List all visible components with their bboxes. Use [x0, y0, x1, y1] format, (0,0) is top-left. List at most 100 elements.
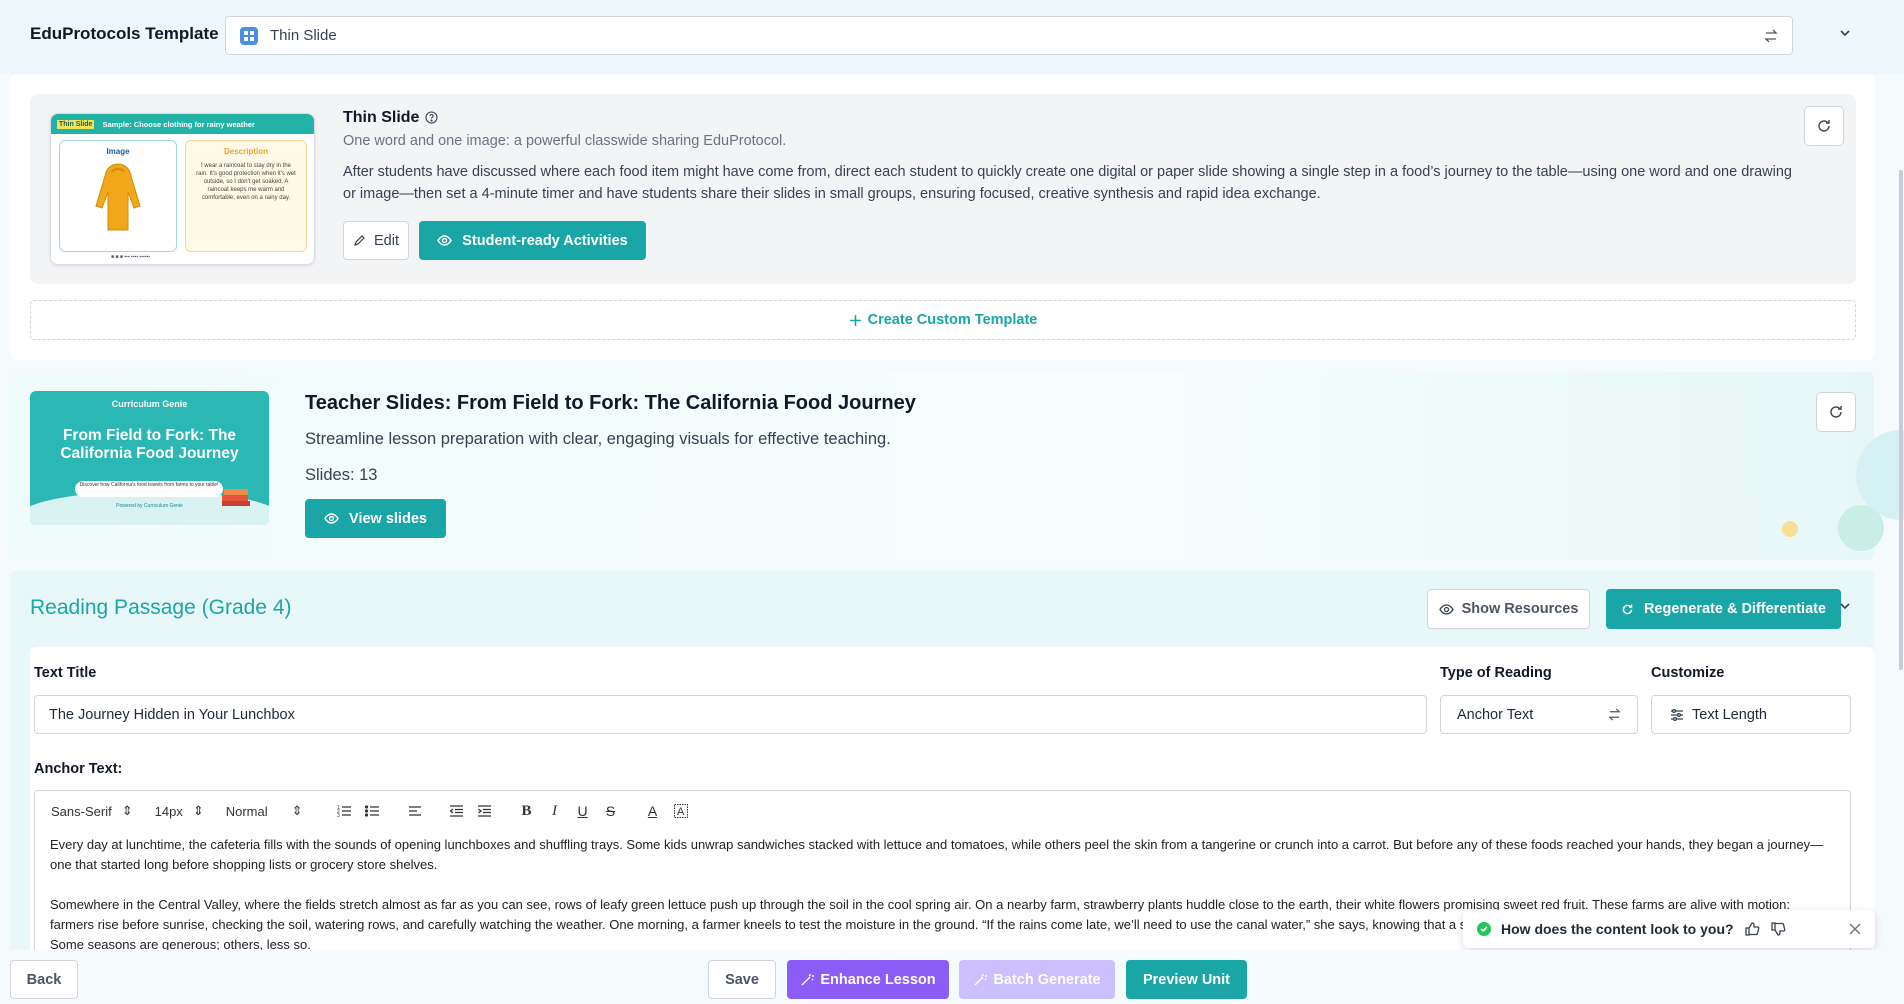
close-icon[interactable]	[1849, 923, 1861, 935]
thumbnail-header: Sample: Choose clothing for rainy weathe…	[102, 119, 255, 129]
refresh-icon	[1818, 120, 1830, 132]
refresh-icon	[1621, 603, 1634, 616]
font-family-select[interactable]: Sans-Serif ⇕	[51, 803, 133, 819]
svg-text:A: A	[677, 806, 685, 818]
thumbnail-description-text: I wear a raincoat to stay dry in the rai…	[196, 163, 296, 201]
bottom-action-bar	[0, 950, 1904, 1004]
create-custom-template-button[interactable]: Create Custom Template	[30, 300, 1856, 340]
regenerate-differentiate-label: Regenerate & Differentiate	[1643, 601, 1827, 617]
feedback-question: How does the content look to you?	[1501, 921, 1734, 937]
decorative-dot	[1782, 521, 1798, 537]
student-ready-activities-label: Student-ready Activities	[462, 232, 628, 249]
scrollbar[interactable]	[1899, 170, 1903, 670]
teacher-slides-subtitle: Streamline lesson preparation with clear…	[305, 430, 891, 448]
thumbnail-description-label: Description	[223, 147, 268, 156]
anchor-text-label: Anchor Text:	[34, 761, 123, 777]
enhance-lesson-button[interactable]: Enhance Lesson	[787, 960, 949, 999]
edit-button[interactable]: Edit	[343, 221, 409, 260]
template-select[interactable]: Thin Slide	[225, 16, 1793, 55]
text-length-button[interactable]: Text Length	[1651, 695, 1851, 734]
eye-icon	[1438, 602, 1454, 617]
teacher-slides-title: Teacher Slides: From Field to Fork: The …	[305, 392, 916, 414]
magic-wand-icon	[800, 973, 815, 987]
batch-generate-label: Batch Generate	[993, 971, 1101, 988]
batch-generate-button[interactable]: Batch Generate	[959, 960, 1115, 999]
outdent-icon[interactable]	[445, 799, 469, 823]
sliders-icon	[1670, 708, 1684, 722]
thumbnail-brand: Curriculum Genie	[111, 399, 188, 409]
thumbnail-footer: ■ ■ ■ ▪▪▪ ▪▪▪▪ ▪▪▪▪▪▪	[111, 254, 151, 260]
thin-slide-subtitle: One word and one image: a powerful class…	[343, 133, 787, 149]
raincoat-icon	[95, 163, 141, 231]
thumbs-up-icon[interactable]	[1744, 921, 1760, 937]
template-label: EduProtocols Template	[30, 24, 219, 43]
bold-icon[interactable]: B	[515, 799, 539, 823]
student-ready-activities-button[interactable]: Student-ready Activities	[419, 221, 646, 260]
thumbs-down-icon[interactable]	[1770, 921, 1786, 937]
show-resources-button[interactable]: Show Resources	[1427, 589, 1590, 629]
text-color-icon[interactable]: A	[641, 799, 665, 823]
type-of-reading-value: Anchor Text	[1457, 706, 1534, 723]
thin-slide-title: Thin Slide	[343, 109, 420, 126]
slides-count: Slides: 13	[305, 466, 378, 484]
editor-toolbar: Sans-Serif ⇕ 14px ⇕ Normal ⇕ 123 B I U S A …	[35, 791, 1850, 831]
magic-wand-icon	[973, 973, 988, 987]
thumbnail-title: From Field to Fork: The California Food …	[60, 427, 239, 462]
reading-passage-title: Reading Passage (Grade 4)	[30, 596, 292, 619]
enhance-lesson-label: Enhance Lesson	[820, 971, 936, 988]
show-resources-label: Show Resources	[1461, 601, 1579, 617]
bullet-list-icon[interactable]	[361, 799, 385, 823]
grid-icon	[240, 26, 258, 45]
thumbnail-image-label: Image	[106, 147, 130, 156]
refresh-slides-button[interactable]	[1816, 392, 1856, 432]
thumbnail-description-panel: Description I wear a raincoat to stay dr…	[185, 140, 307, 252]
customize-label: Customize	[1651, 665, 1725, 681]
books-icon	[222, 489, 250, 506]
teacher-slides-card	[10, 372, 1874, 560]
thumbnail-image-panel: Image	[59, 140, 177, 252]
text-title-input[interactable]: The Journey Hidden in Your Lunchbox	[34, 695, 1427, 734]
preview-unit-button[interactable]: Preview Unit	[1126, 960, 1247, 999]
save-button[interactable]: Save	[708, 960, 776, 999]
refresh-icon	[1830, 406, 1842, 418]
decorative-circle	[1838, 505, 1884, 551]
thin-slide-description: After students have discussed where each…	[343, 164, 1792, 202]
passage-paragraph: Every day at lunchtime, the cafeteria fi…	[50, 837, 1824, 872]
chevron-down-icon[interactable]	[1838, 26, 1852, 40]
thin-slide-thumbnail[interactable]: Thin Slide Sample: Choose clothing for r…	[50, 113, 315, 265]
indent-icon[interactable]	[473, 799, 497, 823]
template-select-value: Thin Slide	[270, 27, 337, 44]
italic-icon[interactable]: I	[543, 799, 567, 823]
view-slides-label: View slides	[349, 510, 427, 527]
thumbnail-pill: Discover how California's food travels f…	[75, 481, 223, 497]
teacher-slides-thumbnail[interactable]: Curriculum Genie From Field to Fork: The…	[30, 391, 269, 525]
plus-icon	[849, 314, 862, 327]
swap-icon	[1764, 29, 1778, 43]
strikethrough-icon[interactable]: S	[599, 799, 623, 823]
underline-icon[interactable]: U	[571, 799, 595, 823]
edit-label: Edit	[374, 232, 399, 249]
eye-icon	[437, 233, 453, 248]
regenerate-differentiate-button[interactable]: Regenerate & Differentiate	[1606, 589, 1841, 629]
type-of-reading-select[interactable]: Anchor Text	[1440, 695, 1638, 734]
updown-icon: ⇕	[192, 803, 204, 818]
type-of-reading-label: Type of Reading	[1440, 665, 1552, 681]
align-left-icon[interactable]	[403, 799, 427, 823]
back-button[interactable]: Back	[10, 960, 78, 999]
help-icon[interactable]	[425, 111, 438, 124]
updown-icon: ⇕	[121, 803, 133, 818]
pencil-icon	[353, 234, 366, 247]
chevron-down-icon[interactable]	[1838, 599, 1852, 613]
refresh-template-button[interactable]	[1804, 106, 1844, 146]
swap-icon	[1608, 708, 1621, 721]
block-style-select[interactable]: Normal ⇕	[226, 803, 303, 819]
text-length-label: Text Length	[1692, 706, 1767, 723]
text-title-label: Text Title	[34, 665, 97, 681]
view-slides-button[interactable]: View slides	[305, 499, 446, 538]
thumbnail-tag: Thin Slide	[57, 119, 95, 129]
updown-icon: ⇕	[291, 803, 303, 818]
ordered-list-icon[interactable]: 123	[333, 799, 357, 823]
font-size-select[interactable]: 14px ⇕	[155, 803, 204, 819]
feedback-toast: How does the content look to you?	[1463, 910, 1875, 948]
highlight-icon[interactable]: A	[669, 799, 693, 823]
